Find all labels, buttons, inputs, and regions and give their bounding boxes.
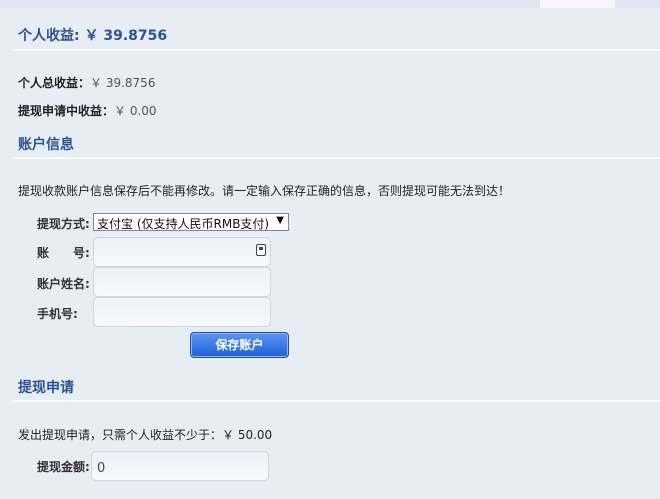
- withdraw-method-value: 支付宝 (仅支持人民币RMB支付): [97, 217, 270, 231]
- account-notice: 提现收款账户信息保存后不能再修改。请一定输入保存正确的信息，否则提现可能无法到达…: [18, 184, 511, 198]
- account-name-field[interactable]: [93, 267, 271, 297]
- withdraw-method-label: 提现方式:: [37, 217, 90, 231]
- withdraw-amount-input[interactable]: [92, 452, 268, 480]
- top-tab[interactable]: [540, 0, 615, 8]
- total-earnings-value: ￥ 39.8756: [90, 76, 156, 90]
- save-account-button[interactable]: 保存账户: [190, 332, 289, 358]
- page-title: 个人收益: ￥ 39.8756: [18, 28, 168, 44]
- pending-earnings-label: 提现申请中收益：: [18, 104, 115, 118]
- withdraw-section-title: 提现申请: [18, 380, 74, 396]
- pending-earnings-row: 提现申请中收益：￥ 0.00: [18, 102, 157, 119]
- total-earnings-label: 个人总收益：: [18, 76, 91, 90]
- withdraw-amount-field[interactable]: [91, 451, 269, 481]
- phone-label: 手机号:: [37, 307, 78, 321]
- account-name-input[interactable]: [94, 268, 270, 296]
- account-number-input[interactable]: [94, 238, 270, 266]
- divider: [12, 400, 660, 402]
- account-section-title: 账户信息: [18, 137, 74, 153]
- account-name-label: 账户姓名:: [37, 277, 90, 291]
- pending-earnings-value: ￥ 0.00: [114, 104, 157, 118]
- top-tab-strip: [0, 0, 660, 8]
- dropdown-arrow-icon: ▼: [276, 215, 284, 226]
- contact-card-icon: [256, 244, 266, 256]
- account-number-label: 账 号: *: [37, 246, 101, 260]
- withdraw-amount-label: 提现金额:: [37, 460, 90, 474]
- withdraw-method-select[interactable]: 支付宝 (仅支持人民币RMB支付) ▼: [93, 213, 289, 231]
- account-number-field[interactable]: [93, 237, 271, 267]
- total-earnings-row: 个人总收益：￥ 39.8756: [18, 74, 155, 91]
- withdraw-notice: 发出提现申请，只需个人收益不少于：￥ 50.00: [18, 428, 273, 442]
- divider: [12, 157, 660, 159]
- phone-field[interactable]: [93, 297, 271, 327]
- divider: [12, 49, 660, 51]
- phone-input[interactable]: [94, 298, 270, 326]
